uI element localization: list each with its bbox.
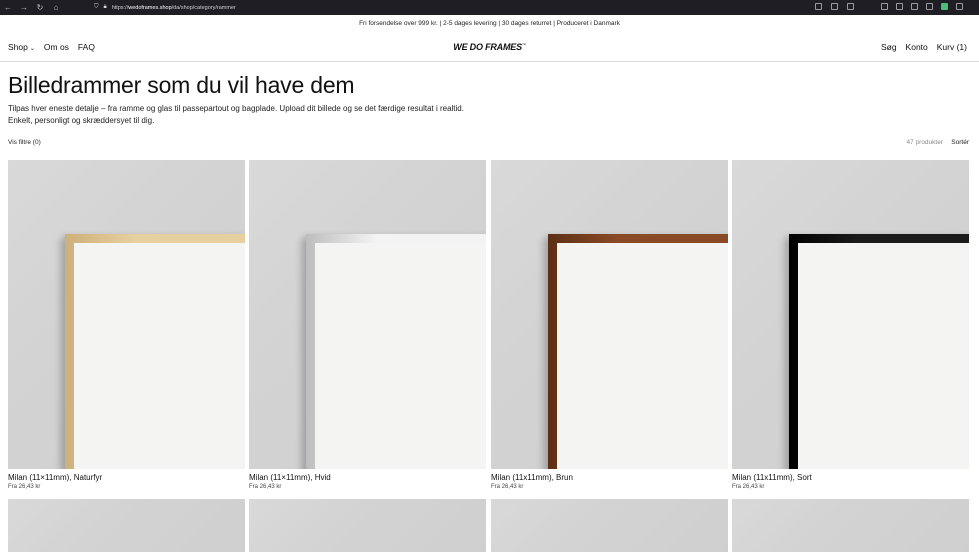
- back-icon[interactable]: ←: [4, 3, 12, 12]
- product-card[interactable]: [8, 499, 245, 552]
- product-card[interactable]: [732, 499, 969, 552]
- bookmark-star-icon[interactable]: [847, 3, 854, 10]
- product-name[interactable]: Milan (11x11mm), Sort: [732, 473, 969, 482]
- url-text[interactable]: https://wedoframes.shop/da/shop/category…: [112, 5, 236, 11]
- page-description: Tilpas hver eneste detalje – fra ramme o…: [8, 103, 708, 127]
- frame-illustration: [65, 234, 245, 469]
- product-image[interactable]: [8, 160, 245, 469]
- url-path: /da/shop/category/rammer: [171, 4, 236, 11]
- address-bar[interactable]: ⛉ 🔒︎ https://wedoframes.shop/da/shop/cat…: [94, 2, 814, 13]
- product-image[interactable]: [491, 499, 728, 552]
- logo-text: WE DO FRAMES: [453, 42, 522, 52]
- reader-view-icon[interactable]: [815, 3, 822, 10]
- product-card[interactable]: Milan (11×11mm), Hvid Fra 26,43 kr: [249, 160, 486, 490]
- header-actions: Søg Konto Kurv (1): [881, 42, 967, 52]
- page-title: Billedrammer som du vil have dem: [8, 72, 355, 98]
- search-link[interactable]: Søg: [881, 42, 897, 52]
- lock-icon[interactable]: 🔒︎: [104, 4, 107, 11]
- product-card[interactable]: Milan (11×11mm), Naturfyr Fra 26,43 kr: [8, 160, 245, 490]
- product-image[interactable]: [732, 160, 969, 469]
- product-card[interactable]: Milan (11x11mm), Sort Fra 26,43 kr: [732, 160, 969, 490]
- product-price: Fra 26,43 kr: [8, 484, 41, 490]
- site-logo[interactable]: WE DO FRAMES™: [0, 42, 979, 52]
- product-card[interactable]: [491, 499, 728, 552]
- sort-button[interactable]: Sortér: [951, 139, 969, 146]
- product-card[interactable]: [249, 499, 486, 552]
- translate-icon[interactable]: [831, 3, 838, 10]
- product-price: Fra 26,43 kr: [491, 484, 524, 490]
- browser-toolbar: ← → ↻ ⌂ ⛉ 🔒︎ https://wedoframes.shop/da/…: [0, 0, 979, 15]
- product-image[interactable]: [249, 499, 486, 552]
- description-line-2: Enkelt, personligt og skræddersyet til d…: [8, 116, 155, 125]
- forward-icon[interactable]: →: [20, 3, 28, 12]
- product-card[interactable]: Milan (11x11mm), Brun Fra 26,43 kr: [491, 160, 728, 490]
- product-price: Fra 26,43 kr: [732, 484, 765, 490]
- frame-illustration: [548, 234, 728, 469]
- description-line-1: Tilpas hver eneste detalje – fra ramme o…: [8, 104, 464, 113]
- announcement-bar: Fri forsendelse over 999 kr. | 2-5 dages…: [359, 20, 620, 27]
- pocket-icon[interactable]: [881, 3, 888, 10]
- shield-icon[interactable]: ⛉: [94, 4, 99, 11]
- browser-nav: ← → ↻ ⌂: [0, 3, 90, 12]
- url-prefix: https://: [111, 4, 129, 11]
- product-price: Fra 26,43 kr: [249, 484, 282, 490]
- address-bar-actions: [815, 3, 854, 10]
- browser-extensions: [881, 3, 963, 10]
- product-name[interactable]: Milan (11x11mm), Brun: [491, 473, 728, 482]
- extension-green-icon[interactable]: [941, 3, 948, 10]
- frame-illustration: [789, 234, 969, 469]
- logo-trademark: ™: [521, 42, 526, 47]
- product-image[interactable]: [732, 499, 969, 552]
- extensions-icon[interactable]: [926, 3, 933, 10]
- product-image[interactable]: [8, 499, 245, 552]
- product-image[interactable]: [249, 160, 486, 469]
- account-link[interactable]: Konto: [906, 42, 928, 52]
- product-name[interactable]: Milan (11×11mm), Hvid: [249, 473, 486, 482]
- frame-illustration: [306, 234, 486, 469]
- product-count: 47 produkter: [906, 139, 944, 146]
- reload-icon[interactable]: ↻: [36, 3, 44, 12]
- menu-icon[interactable]: [956, 3, 963, 10]
- downloads-icon[interactable]: [896, 3, 903, 10]
- product-image[interactable]: [491, 160, 728, 469]
- account-icon[interactable]: [911, 3, 918, 10]
- product-name[interactable]: Milan (11×11mm), Naturfyr: [8, 473, 245, 482]
- site-header: Shop ⌄ Om os FAQ WE DO FRAMES™ Søg Konto …: [0, 32, 979, 62]
- home-icon[interactable]: ⌂: [52, 3, 60, 12]
- url-domain: wedoframes.shop: [128, 4, 172, 11]
- cart-link[interactable]: Kurv (1): [937, 42, 967, 52]
- show-filters-button[interactable]: Vis filtre (0): [8, 139, 41, 146]
